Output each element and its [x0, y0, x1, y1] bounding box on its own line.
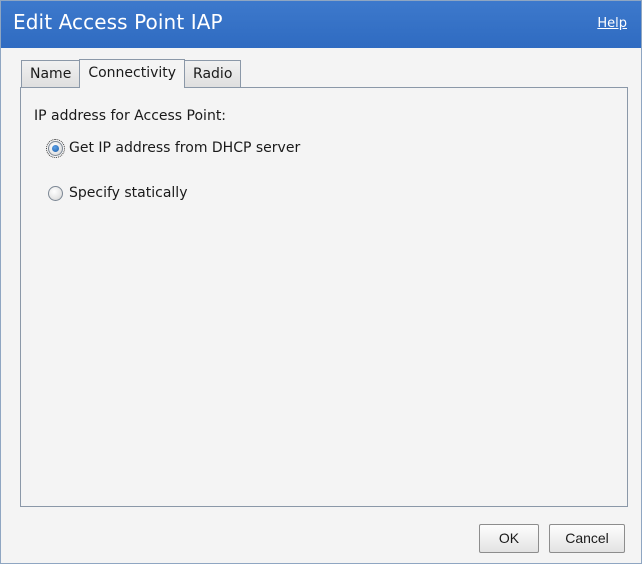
dialog-titlebar: Edit Access Point IAP Help	[1, 1, 641, 48]
connectivity-panel: IP address for Access Point: Get IP addr…	[20, 87, 628, 507]
tab-radio[interactable]: Radio	[184, 60, 242, 88]
dialog-title: Edit Access Point IAP	[13, 10, 223, 34]
ok-button[interactable]: OK	[479, 524, 539, 553]
ip-address-heading: IP address for Access Point:	[34, 108, 227, 124]
tab-connectivity[interactable]: Connectivity	[79, 59, 186, 88]
tab-strip: Name Connectivity Radio	[21, 59, 242, 88]
static-option[interactable]: Specify statically	[48, 185, 187, 201]
dhcp-option[interactable]: Get IP address from DHCP server	[46, 138, 301, 158]
static-option-label: Specify statically	[69, 185, 188, 201]
tab-name[interactable]: Name	[21, 60, 81, 88]
help-link[interactable]: Help	[597, 16, 627, 31]
static-radio[interactable]	[48, 185, 63, 201]
cancel-button[interactable]: Cancel	[549, 524, 625, 553]
edit-access-point-dialog: Edit Access Point IAP Help Name Connecti…	[0, 0, 642, 564]
dhcp-radio[interactable]	[46, 138, 65, 158]
dhcp-option-label: Get IP address from DHCP server	[69, 140, 301, 156]
